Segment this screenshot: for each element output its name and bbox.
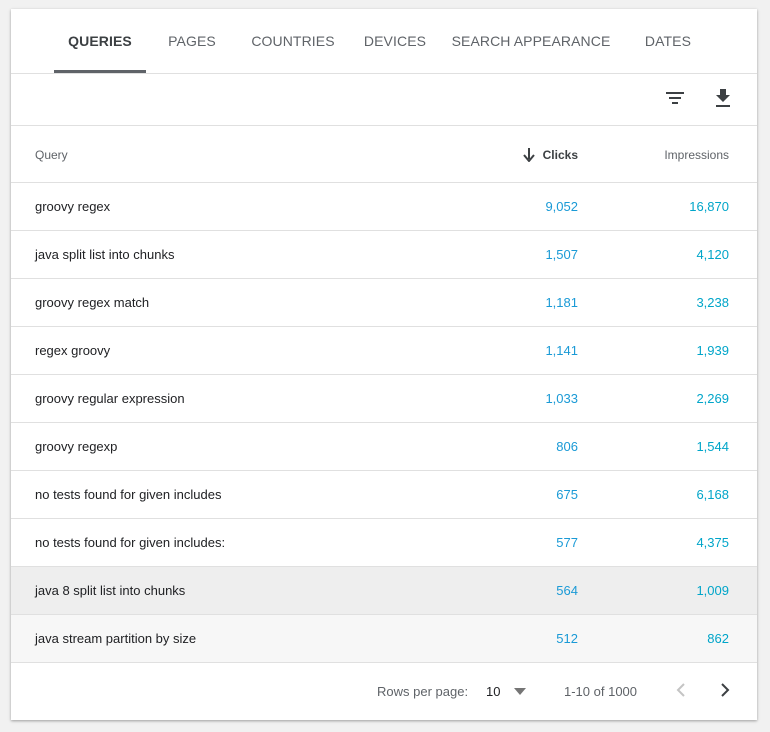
table-toolbar xyxy=(11,74,757,126)
clicks-cell: 806 xyxy=(556,439,578,454)
impressions-cell: 862 xyxy=(707,631,729,646)
rows-per-page-select[interactable]: 10 xyxy=(486,663,500,720)
query-cell: groovy regex match xyxy=(35,295,150,310)
column-header-impressions[interactable]: Impressions xyxy=(664,126,729,183)
impressions-cell: 16,870 xyxy=(689,199,729,214)
table-header: Query Clicks Impressions xyxy=(11,126,757,183)
query-cell: java stream partition by size xyxy=(35,631,197,646)
impressions-cell: 1,939 xyxy=(696,343,729,358)
table-row[interactable]: no tests found for given includes: 577 4… xyxy=(11,519,757,567)
download-icon xyxy=(714,88,732,113)
filter-list-icon xyxy=(665,91,685,110)
column-header-clicks-label: Clicks xyxy=(542,147,578,162)
impressions-cell: 2,269 xyxy=(696,391,729,406)
pagination-bar: Rows per page: 10 1-10 of 1000 xyxy=(11,663,757,720)
query-cell: no tests found for given includes: xyxy=(35,535,226,550)
tab-bar: QUERIES PAGES COUNTRIES DEVICES SEARCH A… xyxy=(11,9,757,74)
clicks-cell: 9,052 xyxy=(545,199,578,214)
impressions-cell: 4,375 xyxy=(696,535,729,550)
clicks-cell: 564 xyxy=(556,583,578,598)
tab-countries[interactable]: COUNTRIES xyxy=(243,9,343,73)
tab-dates[interactable]: DATES xyxy=(631,9,705,73)
clicks-cell: 1,141 xyxy=(545,343,578,358)
tab-search-appearance[interactable]: SEARCH APPEARANCE xyxy=(447,9,615,73)
table-row[interactable]: no tests found for given includes 675 6,… xyxy=(11,471,757,519)
impressions-cell: 4,120 xyxy=(696,247,729,262)
clicks-cell: 577 xyxy=(556,535,578,550)
table-row[interactable]: groovy regular expression 1,033 2,269 xyxy=(11,375,757,423)
impressions-cell: 1,009 xyxy=(696,583,729,598)
impressions-cell: 6,168 xyxy=(696,487,729,502)
table-row[interactable]: groovy regex 9,052 16,870 xyxy=(11,183,757,231)
impressions-cell: 1,544 xyxy=(696,439,729,454)
tab-queries[interactable]: QUERIES xyxy=(54,9,146,73)
table-row[interactable]: java stream partition by size 512 862 xyxy=(11,615,757,663)
tab-devices[interactable]: DEVICES xyxy=(357,9,433,73)
rows-per-page-label: Rows per page: xyxy=(377,684,469,699)
table-body: groovy regex 9,052 16,870 java split lis… xyxy=(11,183,757,663)
table-row[interactable]: java 8 split list into chunks 564 1,009 xyxy=(11,567,757,615)
table-row[interactable]: regex groovy 1,141 1,939 xyxy=(11,327,757,375)
table-row[interactable]: groovy regex match 1,181 3,238 xyxy=(11,279,757,327)
column-header-clicks[interactable]: Clicks xyxy=(522,126,578,183)
query-cell: java 8 split list into chunks xyxy=(35,583,186,598)
query-cell: regex groovy xyxy=(35,343,111,358)
query-cell: groovy regular expression xyxy=(35,391,185,406)
chevron-right-icon xyxy=(720,682,730,700)
query-cell: groovy regex xyxy=(35,199,111,214)
arrow-down-icon xyxy=(522,147,535,162)
previous-page-button[interactable] xyxy=(669,679,693,703)
filter-button[interactable] xyxy=(661,86,689,114)
clicks-cell: 512 xyxy=(556,631,578,646)
table-row[interactable]: java split list into chunks 1,507 4,120 xyxy=(11,231,757,279)
performance-card: QUERIES PAGES COUNTRIES DEVICES SEARCH A… xyxy=(11,9,757,720)
clicks-cell: 1,033 xyxy=(545,391,578,406)
caret-down-icon[interactable] xyxy=(514,663,526,720)
download-button[interactable] xyxy=(709,86,737,114)
tab-pages[interactable]: PAGES xyxy=(156,9,228,73)
clicks-cell: 1,181 xyxy=(545,295,578,310)
active-tab-indicator xyxy=(54,70,146,73)
impressions-cell: 3,238 xyxy=(696,295,729,310)
clicks-cell: 1,507 xyxy=(545,247,578,262)
column-header-query[interactable]: Query xyxy=(35,126,68,183)
chevron-left-icon xyxy=(676,682,686,700)
query-cell: no tests found for given includes xyxy=(35,487,222,502)
table-row[interactable]: groovy regexp 806 1,544 xyxy=(11,423,757,471)
page-range: 1-10 of 1000 xyxy=(564,684,638,699)
query-cell: java split list into chunks xyxy=(35,247,175,262)
next-page-button[interactable] xyxy=(713,679,737,703)
clicks-cell: 675 xyxy=(556,487,578,502)
query-cell: groovy regexp xyxy=(35,439,118,454)
